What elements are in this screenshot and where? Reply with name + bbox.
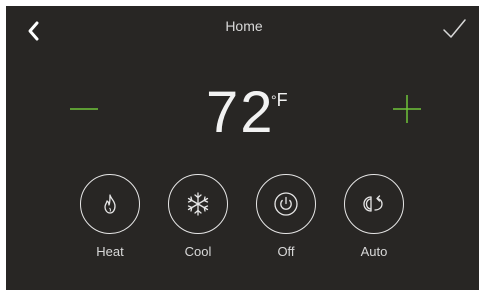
mode-cool-button[interactable]: Cool <box>166 174 230 259</box>
increase-temperature-button[interactable] <box>390 92 424 126</box>
checkmark-icon <box>443 19 466 38</box>
plus-icon <box>393 95 421 123</box>
mode-heat-label: Heat <box>96 244 124 259</box>
mode-off-label: Off <box>277 244 295 259</box>
mode-auto-label: Auto <box>360 244 388 259</box>
page-title: Home <box>225 18 263 34</box>
mode-heat-ring <box>80 174 140 234</box>
temperature-unit: °F <box>271 90 288 111</box>
mode-heat-button[interactable]: Heat <box>78 174 142 259</box>
mode-off-ring <box>256 174 316 234</box>
confirm-button[interactable] <box>440 16 468 42</box>
unit-letter: F <box>276 90 288 110</box>
degree-symbol: ° <box>271 92 277 108</box>
minus-icon <box>70 108 98 110</box>
auto-cycle-icon <box>363 195 383 212</box>
decrease-temperature-button[interactable] <box>68 92 102 126</box>
flame-icon <box>104 194 116 214</box>
temperature-value: 72 <box>206 80 275 145</box>
mode-auto-button[interactable]: Auto <box>342 174 406 259</box>
snowflake-icon <box>187 192 209 216</box>
power-icon <box>274 192 298 216</box>
mode-off-button[interactable]: Off <box>254 174 318 259</box>
mode-cool-ring <box>168 174 228 234</box>
mode-cool-label: Cool <box>184 244 212 259</box>
thermostat-screen: Home 72 °F Heat Cool Off Auto <box>6 6 479 290</box>
mode-auto-ring <box>344 174 404 234</box>
